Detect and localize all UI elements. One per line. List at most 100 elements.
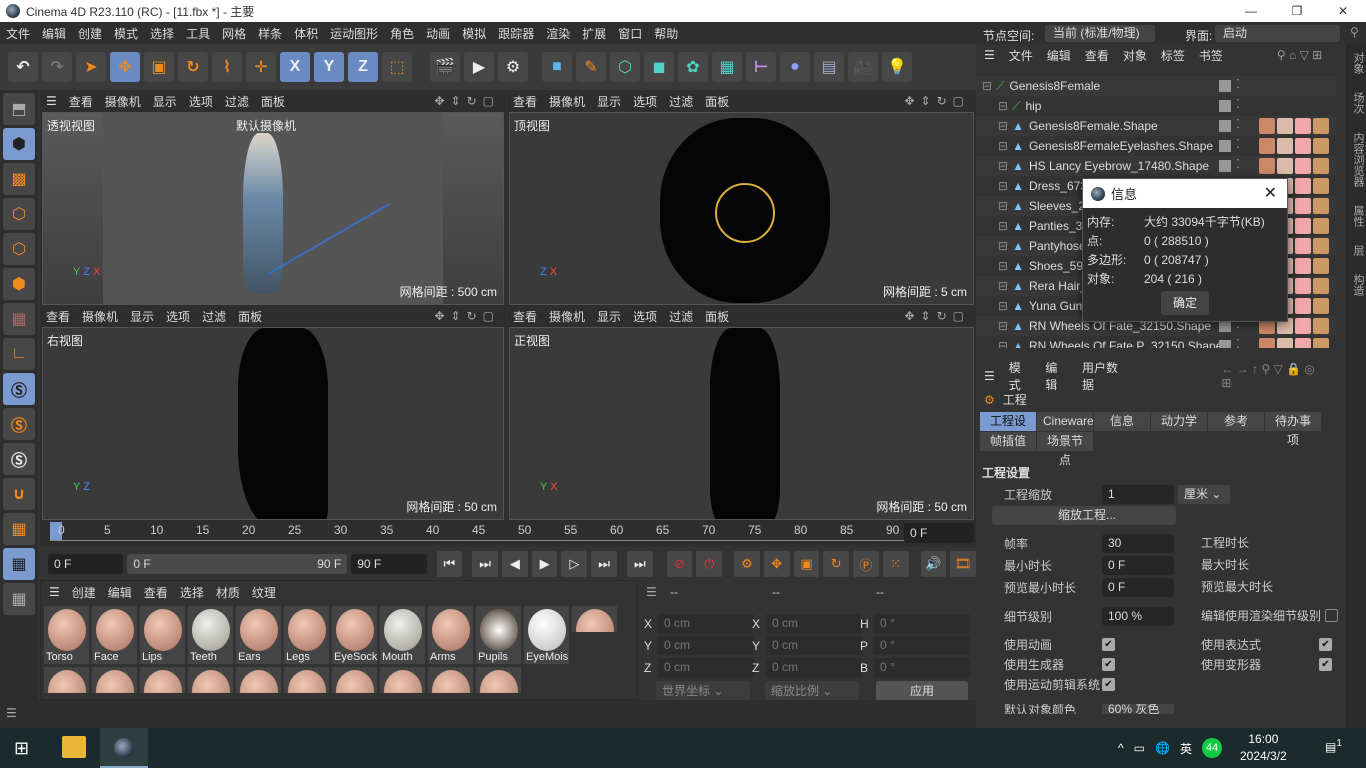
material-tag-icon[interactable] — [1259, 158, 1275, 174]
material-tag-icon[interactable] — [1313, 218, 1329, 234]
menu-item[interactable]: 文件 — [0, 25, 36, 42]
dialog-close-button[interactable]: ✕ — [1264, 183, 1277, 203]
om-menu-object[interactable]: 对象 — [1123, 47, 1147, 64]
vp-menu-filter[interactable]: 过滤 — [669, 308, 693, 325]
material-tag-icon[interactable] — [1259, 338, 1275, 348]
render-dots[interactable]: ⁚ — [1236, 97, 1240, 111]
visibility-toggle[interactable] — [1219, 80, 1231, 92]
viewport-nav-icons[interactable]: ✥⇕↻▢ — [904, 94, 970, 108]
coord-rot-field[interactable]: 0 ° — [874, 614, 970, 633]
vp-menu-camera[interactable]: 摄像机 — [549, 308, 585, 325]
menu-item[interactable]: 动画 — [420, 25, 456, 42]
tab-7[interactable]: 场景节点 — [1037, 432, 1093, 467]
key-param-icon[interactable]: Ⓟ — [853, 551, 879, 577]
render-picture-icon[interactable]: ▶ — [464, 52, 494, 82]
default-color-select[interactable]: 60% 灰色 — [1102, 704, 1174, 714]
right-tab[interactable]: 层 — [1352, 245, 1364, 256]
layout-select[interactable]: 启动 — [1215, 25, 1340, 42]
z-axis-lock[interactable]: Z — [348, 52, 378, 82]
points-mode-icon[interactable]: ⬡ — [3, 198, 35, 230]
cloner-icon[interactable]: ✿ — [678, 52, 708, 82]
material-swatch[interactable]: Teeth — [188, 606, 233, 664]
uv-mode-icon[interactable]: ▦ — [3, 303, 35, 335]
expand-icon[interactable]: ⊟ — [998, 279, 1008, 293]
material-tag-icon[interactable] — [1313, 178, 1329, 194]
x-axis-lock[interactable]: X — [280, 52, 310, 82]
menu-item[interactable]: 编辑 — [36, 25, 72, 42]
subdivision-icon[interactable]: ⬡ — [610, 52, 640, 82]
use-expressions-checkbox[interactable]: ✔ — [1319, 638, 1332, 651]
viewport-right[interactable]: 查看 摄像机 显示 选项 过滤 面板 ✥⇕↻▢ 右视图 Y Z 网格间距 : 50 cm — [40, 305, 506, 520]
clock[interactable]: 16:00 2024/3/2 — [1240, 731, 1287, 765]
expand-icon[interactable]: ⊟ — [998, 219, 1008, 233]
visibility-toggle[interactable] — [1219, 340, 1231, 348]
viewport-front[interactable]: 查看 摄像机 显示 选项 过滤 面板 ✥⇕↻▢ 正视图 Y X 网格间距 : 50 cm — [507, 305, 976, 520]
goto-start-icon[interactable]: ⏮ — [436, 551, 463, 577]
extrude-icon[interactable]: ◼ — [644, 52, 674, 82]
vp-menu-filter[interactable]: 过滤 — [202, 308, 226, 325]
material-tag-icon[interactable] — [1313, 138, 1329, 154]
material-swatch[interactable]: Pupils — [476, 606, 521, 664]
scale-icon[interactable]: ▣ — [144, 52, 174, 82]
workplane-icon[interactable]: ▦ — [3, 513, 35, 545]
am-menu-userdata[interactable]: 用户数据 — [1082, 359, 1127, 393]
viewport-nav-icons[interactable]: ✥⇕↻▢ — [434, 94, 500, 108]
material-tag-icon[interactable] — [1295, 298, 1311, 314]
visibility-toggle[interactable] — [1219, 160, 1231, 172]
floor-icon[interactable]: ▤ — [814, 52, 844, 82]
keyframe-settings-icon[interactable]: ⚙ — [734, 551, 760, 577]
rotate-icon[interactable]: ↻ — [178, 52, 208, 82]
material-tag-icon[interactable] — [1295, 258, 1311, 274]
sound-icon[interactable]: 🔊 — [920, 551, 947, 577]
menu-item[interactable]: 选择 — [144, 25, 180, 42]
render-dots[interactable]: ⁚ — [1236, 337, 1240, 348]
mat-menu-material[interactable]: 材质 — [216, 584, 240, 601]
current-frame-field[interactable]: 0 F — [48, 554, 124, 574]
render-dots[interactable]: ⁚ — [1236, 117, 1240, 131]
tab-5[interactable]: 待办事项 — [1265, 412, 1321, 447]
material-swatch[interactable] — [44, 667, 89, 693]
viewport-top[interactable]: 查看 摄像机 显示 选项 过滤 面板 ✥⇕↻▢ 顶视图 Z X 网格间距 : 5 cm — [507, 90, 976, 305]
light-icon[interactable]: 💡 — [882, 52, 912, 82]
battery-icon[interactable]: ▭ — [1134, 741, 1145, 755]
vp-menu-options[interactable]: 选项 — [166, 308, 190, 325]
material-tag-icon[interactable] — [1313, 318, 1329, 334]
scale-mode-select[interactable]: 缩放比例 ⌄ — [765, 681, 859, 701]
expand-icon[interactable]: ⊟ — [998, 139, 1008, 153]
scale-project-button[interactable]: 缩放工程... — [992, 506, 1176, 525]
menu-icon[interactable]: ☰ — [984, 48, 995, 62]
material-swatch[interactable] — [236, 667, 281, 693]
camera-icon[interactable]: 🎥 — [848, 52, 878, 82]
unit-select[interactable]: 厘米 ⌄ — [1178, 485, 1230, 504]
end-frame-field[interactable]: 90 F — [351, 554, 427, 574]
material-tag-icon[interactable] — [1313, 338, 1329, 348]
material-swatch[interactable]: Ears — [236, 606, 281, 664]
polygons-mode-icon[interactable]: ⬢ — [3, 268, 35, 300]
material-tag-icon[interactable] — [1313, 118, 1329, 134]
texture-mode-icon[interactable]: ▩ — [3, 163, 35, 195]
menu-item[interactable]: 帮助 — [648, 25, 684, 42]
material-swatch[interactable] — [332, 667, 377, 693]
om-menu-tags[interactable]: 标签 — [1161, 47, 1185, 64]
vp-menu-panel[interactable]: 面板 — [705, 93, 729, 110]
tab-0[interactable]: 工程设置 — [980, 412, 1036, 447]
menu-item[interactable]: 网格 — [216, 25, 252, 42]
autokey-icon[interactable]: ⏻ — [696, 551, 723, 577]
material-swatch[interactable] — [476, 667, 521, 693]
coord-system-select[interactable]: 世界坐标 ⌄ — [656, 681, 750, 701]
expand-icon[interactable]: ⊟ — [998, 199, 1008, 213]
expand-icon[interactable]: ⊟ — [998, 259, 1008, 273]
vp-menu-display[interactable]: 显示 — [597, 308, 621, 325]
film-icon[interactable]: 🎞 — [950, 551, 977, 577]
ime-indicator[interactable]: 英 — [1180, 740, 1192, 757]
menu-icon[interactable]: ☰ — [984, 369, 995, 383]
menu-item[interactable]: 扩展 — [576, 25, 612, 42]
render-dots[interactable]: ⁚ — [1236, 137, 1240, 151]
snap-s3-icon[interactable]: Ⓢ — [3, 443, 35, 475]
key-pla-icon[interactable]: ⁙ — [882, 551, 909, 577]
end-field[interactable]: 0 F — [904, 523, 974, 543]
material-tag-icon[interactable] — [1277, 158, 1293, 174]
material-tag-icon[interactable] — [1313, 258, 1329, 274]
material-tag-icon[interactable] — [1295, 338, 1311, 348]
vp-menu-panel[interactable]: 面板 — [705, 308, 729, 325]
